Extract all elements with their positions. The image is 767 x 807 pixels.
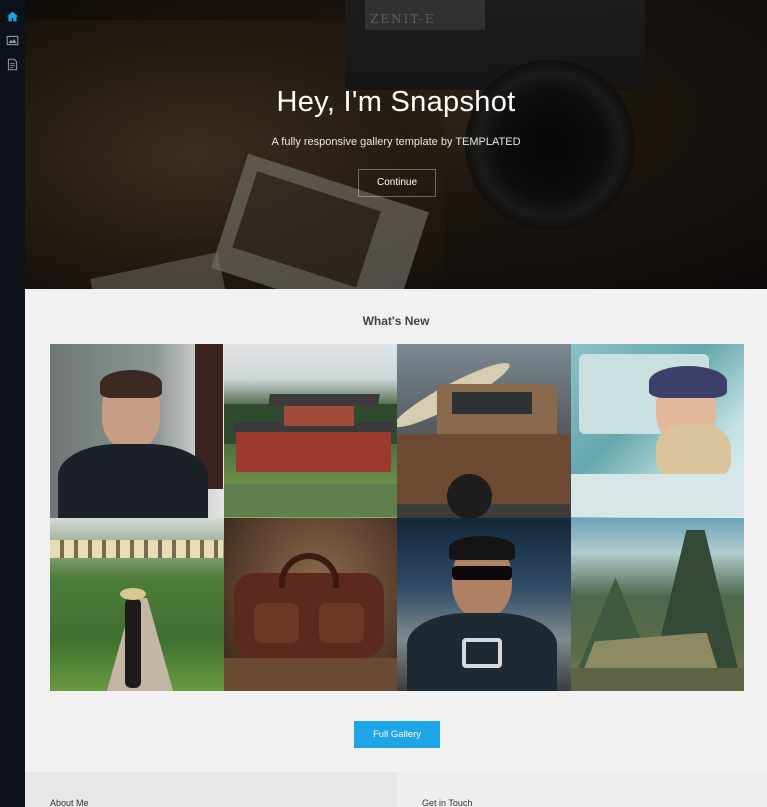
footer-about: About Me — [25, 772, 397, 807]
gallery-tile-mountain-ruins[interactable] — [570, 517, 744, 691]
hero-subtitle: A fully responsive gallery template by T… — [271, 136, 521, 148]
gallery-grid — [50, 344, 744, 691]
gallery-tile-truck[interactable] — [397, 344, 571, 518]
about-heading: About Me — [50, 798, 89, 807]
continue-button[interactable]: Continue — [358, 169, 436, 197]
full-gallery-button[interactable]: Full Gallery — [354, 721, 440, 748]
gallery-tile-woman-car[interactable] — [570, 344, 744, 518]
document-icon[interactable] — [6, 58, 19, 71]
home-icon[interactable] — [6, 10, 19, 23]
gallery-tile-leather-bag[interactable] — [223, 517, 397, 691]
footer-contact: Get in Touch — [397, 772, 767, 807]
gallery-tile-lantern-path[interactable] — [50, 517, 224, 691]
hero-title: Hey, I'm Snapshot — [276, 86, 516, 118]
gallery-tile-sunglasses-man[interactable] — [397, 517, 571, 691]
gallery-tile-temple[interactable] — [223, 344, 397, 518]
contact-heading: Get in Touch — [422, 798, 473, 807]
gallery-tile-portrait[interactable] — [50, 344, 224, 518]
hero-banner: ZENIT-E Hey, I'm Snapshot A fully respon… — [25, 0, 767, 289]
sidebar-nav — [0, 0, 25, 807]
section-title: What's New — [362, 314, 430, 328]
gallery-icon[interactable] — [6, 34, 19, 47]
